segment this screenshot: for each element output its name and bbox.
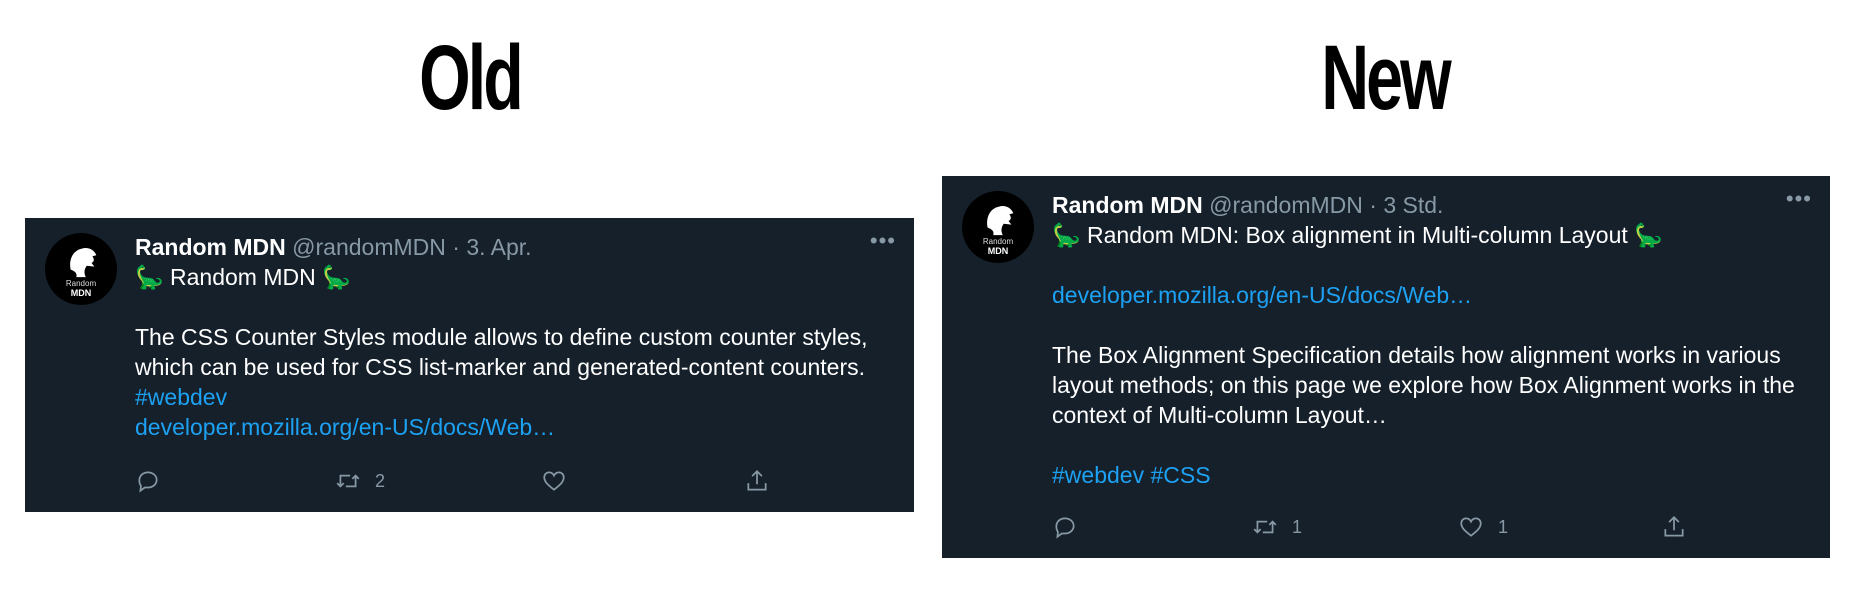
tweet-body-line: context of Multi-column Layout… xyxy=(1052,402,1387,428)
avatar[interactable]: Random MDN xyxy=(45,233,117,305)
mdn-lion-logo xyxy=(987,206,1014,236)
action-bar: 1 1 xyxy=(1052,510,1800,544)
avatar-label: Random xyxy=(982,237,1014,246)
like-button[interactable]: 1 xyxy=(1458,510,1508,544)
tweet-body-line: The Box Alignment Specification details … xyxy=(1052,342,1781,368)
display-name[interactable]: Random MDN xyxy=(135,234,286,260)
retweet-icon xyxy=(1253,520,1277,534)
share-button[interactable] xyxy=(1661,510,1687,544)
display-name[interactable]: Random MDN xyxy=(1052,192,1203,218)
share-icon xyxy=(1664,516,1684,537)
action-bar: 2 xyxy=(135,464,884,498)
tweet-card-new[interactable]: Random MDN ••• Random MDN @randomMDN · 3… xyxy=(942,176,1830,558)
like-count: 1 xyxy=(1498,516,1509,537)
hashtag-link[interactable]: #webdev xyxy=(135,382,884,412)
avatar-label: Random xyxy=(65,279,97,288)
like-icon xyxy=(1460,517,1482,537)
tweet-content: Random MDN @randomMDN · 3. Apr. 🦕 Random… xyxy=(135,232,884,442)
reply-icon xyxy=(1055,517,1075,539)
heading-old: Old xyxy=(419,27,524,129)
retweet-icon xyxy=(336,474,360,488)
handle-and-time[interactable]: @randomMDN · 3. Apr. xyxy=(292,234,531,260)
mdn-lion-logo xyxy=(70,248,97,278)
reply-icon xyxy=(138,471,158,493)
like-icon xyxy=(543,471,565,491)
share-icon xyxy=(747,470,767,491)
avatar[interactable]: Random MDN xyxy=(962,191,1034,263)
url-link[interactable]: developer.mozilla.org/en-US/docs/Web… xyxy=(135,412,884,442)
reply-button[interactable] xyxy=(1052,510,1092,544)
url-link[interactable]: developer.mozilla.org/en-US/docs/Web… xyxy=(1052,280,1800,310)
retweet-count: 1 xyxy=(1292,516,1303,537)
avatar-label-mdn: MDN xyxy=(987,246,1009,256)
retweet-count: 2 xyxy=(375,470,386,491)
avatar-label-mdn: MDN xyxy=(70,288,92,298)
like-button[interactable] xyxy=(541,464,581,498)
retweet-button[interactable]: 2 xyxy=(335,464,385,498)
tweet-body-line: layout methods; on this page we explore … xyxy=(1052,372,1795,398)
tweet-card-old[interactable]: Random MDN ••• Random MDN @randomMDN · 3… xyxy=(25,218,914,512)
tweet-header: Random MDN @randomMDN · 3. Apr. xyxy=(135,232,884,262)
reply-button[interactable] xyxy=(135,464,175,498)
retweet-button[interactable]: 1 xyxy=(1252,510,1302,544)
tweet-content: Random MDN @randomMDN · 3 Std. 🦕 Random … xyxy=(1052,190,1800,490)
hashtag-links[interactable]: #webdev #CSS xyxy=(1052,460,1800,490)
share-button[interactable] xyxy=(744,464,770,498)
tweet-title: 🦕 Random MDN: Box alignment in Multi-col… xyxy=(1052,222,1663,248)
tweet-body-line: which can be used for CSS list-marker an… xyxy=(135,354,865,380)
tweet-title: 🦕 Random MDN 🦕 xyxy=(135,264,351,290)
tweet-body-line: The CSS Counter Styles module allows to … xyxy=(135,324,868,350)
heading-new: New xyxy=(1321,27,1451,129)
tweet-header: Random MDN @randomMDN · 3 Std. xyxy=(1052,190,1800,220)
handle-and-time[interactable]: @randomMDN · 3 Std. xyxy=(1209,192,1443,218)
